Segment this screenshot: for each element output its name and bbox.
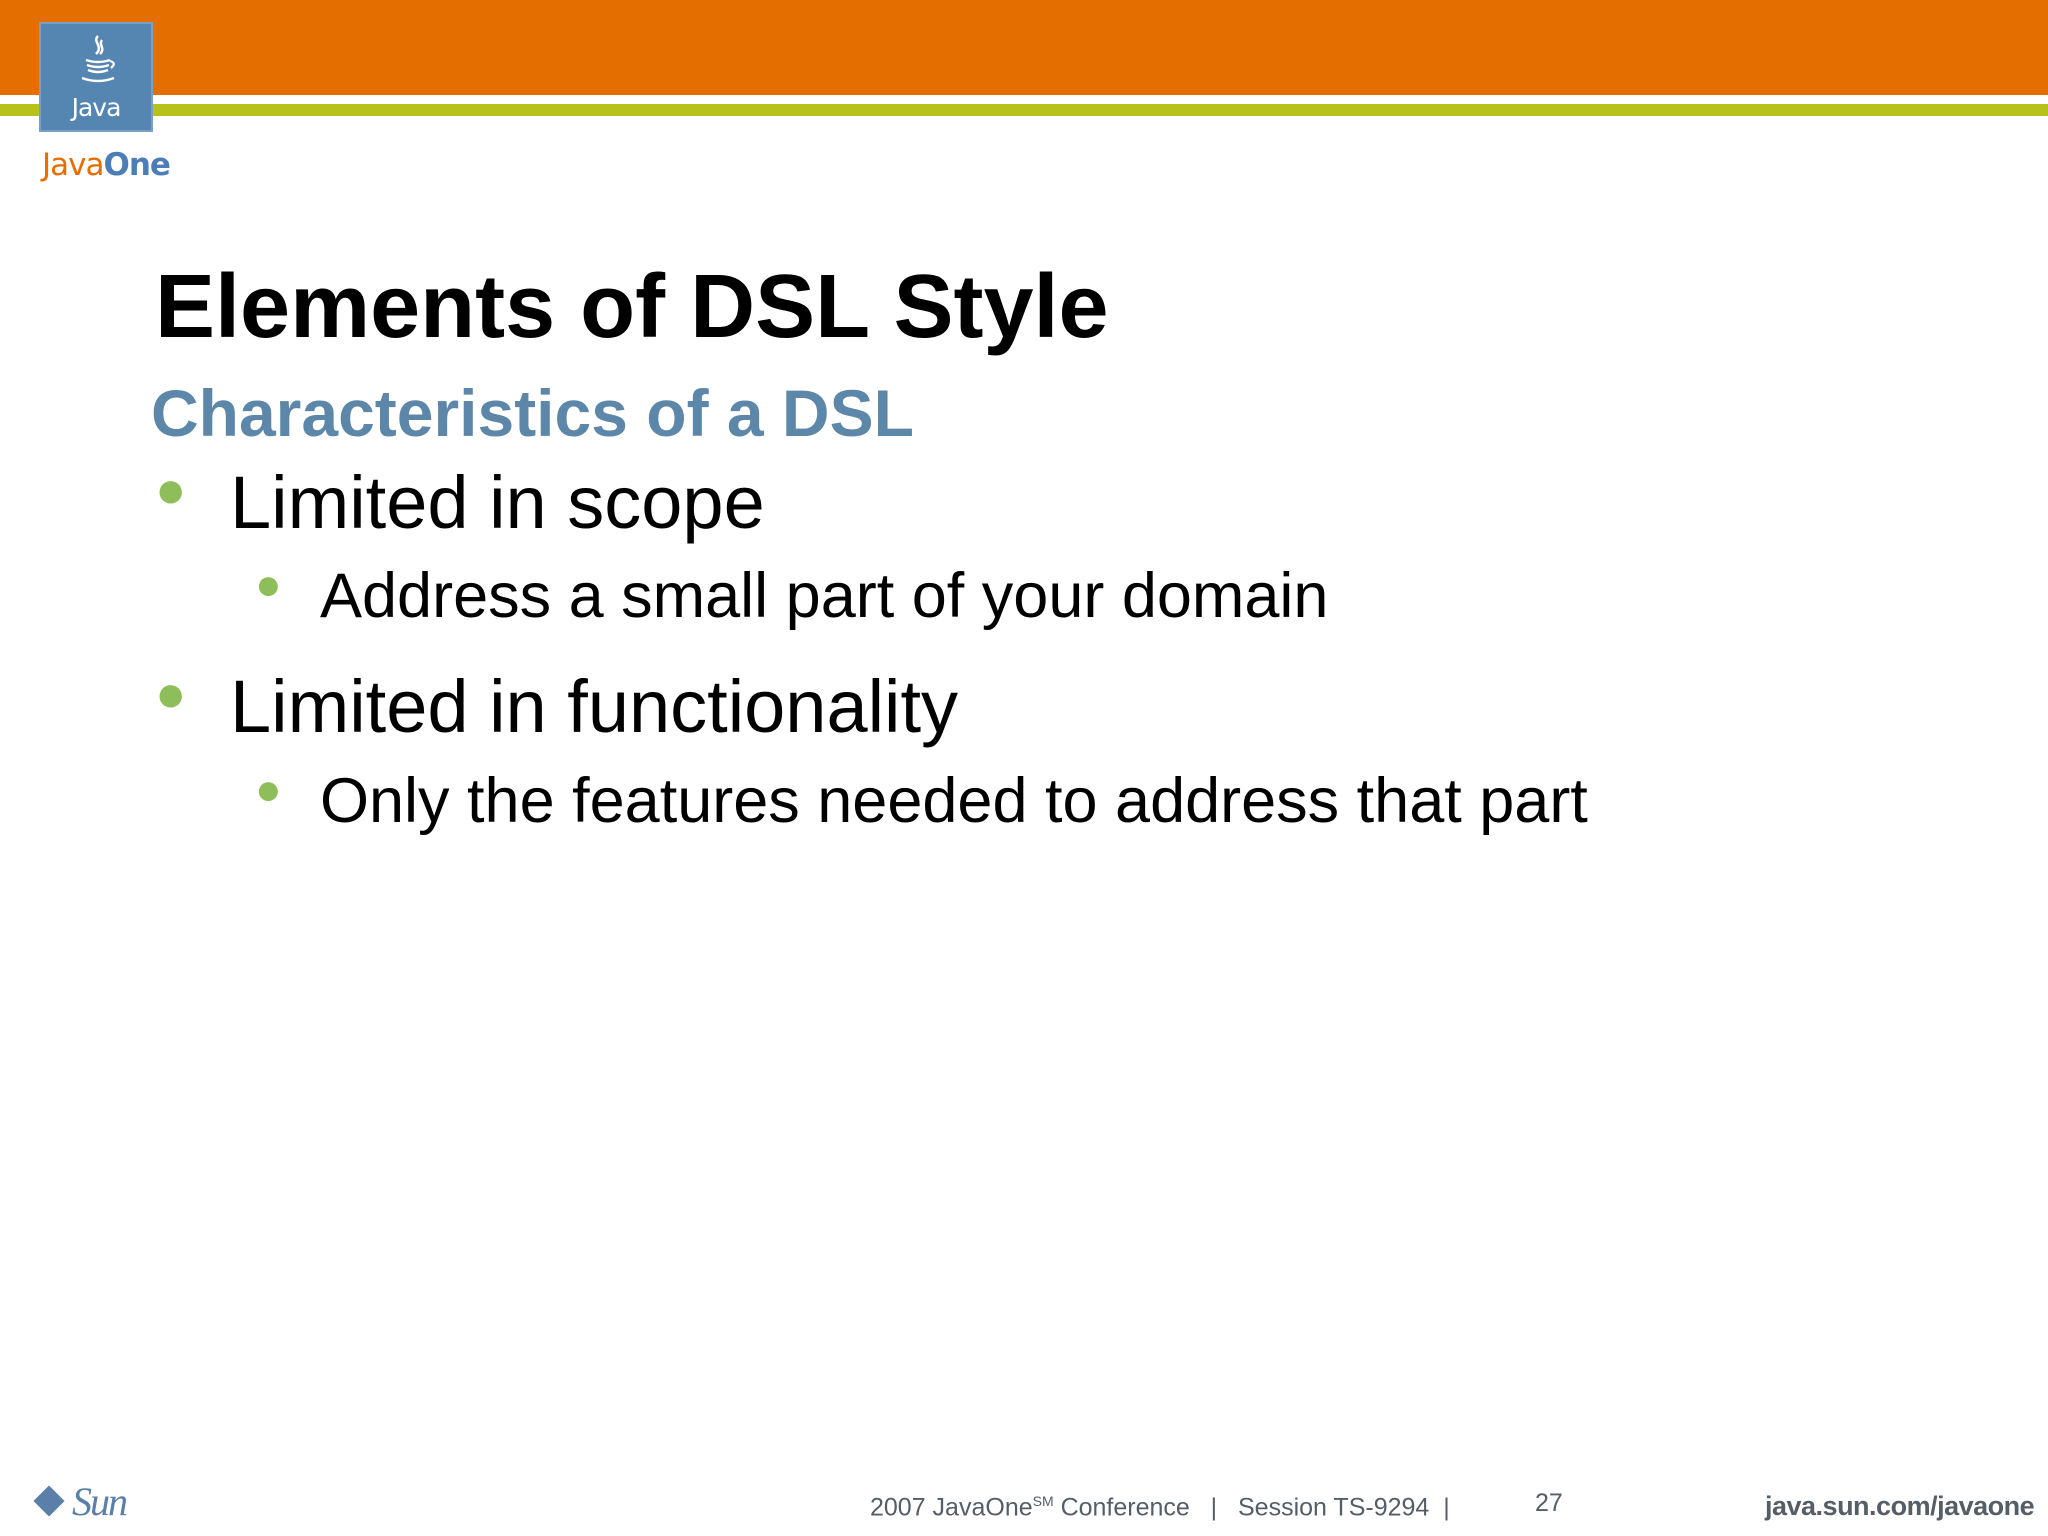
- bullet-text: Limited in scope: [230, 461, 765, 544]
- footer-conference-suffix: Conference | Session TS-9294 |: [1053, 1493, 1450, 1522]
- sub-bullet-dot: ●: [255, 560, 282, 609]
- java-logo: Java: [39, 22, 153, 132]
- sun-diamond-icon: [33, 1485, 65, 1517]
- footer-conference: 2007 JavaOneSM Conference | Session TS-9…: [870, 1494, 1450, 1520]
- sun-logo-text: Sun: [72, 1479, 128, 1524]
- slide: Java JavaOne Elements of DSL Style Chara…: [0, 0, 2048, 1536]
- javaone-wordmark: JavaOne: [42, 147, 171, 183]
- footer-url: java.sun.com/javaone: [1765, 1491, 2035, 1521]
- page-number: 27: [1535, 1489, 1563, 1517]
- sub-bullet-text: Only the features needed to address that…: [320, 766, 1588, 836]
- bullet-limited-in-scope: ● Limited in scope: [155, 464, 765, 540]
- bullet-dot: ●: [155, 665, 187, 723]
- header-orange-band: [0, 0, 2048, 95]
- bullet-limited-in-functionality: ● Limited in functionality: [155, 668, 958, 744]
- sub-bullet-dot: ●: [255, 765, 282, 814]
- footer-conference-sup: SM: [1032, 1493, 1054, 1509]
- slide-title: Elements of DSL Style: [155, 257, 1109, 357]
- coffee-cup-icon: [81, 35, 115, 83]
- slide-subtitle: Characteristics of a DSL: [151, 376, 914, 450]
- header-green-stripe: [0, 104, 2048, 116]
- sun-logo: Sun: [33, 1479, 138, 1526]
- wordmark-one: One: [103, 147, 170, 183]
- wordmark-java: Java: [42, 147, 104, 183]
- bullet-text: Limited in functionality: [230, 665, 959, 748]
- java-logo-text: Java: [71, 93, 122, 122]
- sub-bullet-only-features: ● Only the features needed to address th…: [255, 768, 1588, 833]
- bullet-dot: ●: [155, 461, 187, 519]
- sub-bullet-address-domain: ● Address a small part of your domain: [255, 563, 1328, 628]
- footer-conference-prefix: 2007 JavaOne: [870, 1493, 1033, 1522]
- sub-bullet-text: Address a small part of your domain: [320, 561, 1329, 631]
